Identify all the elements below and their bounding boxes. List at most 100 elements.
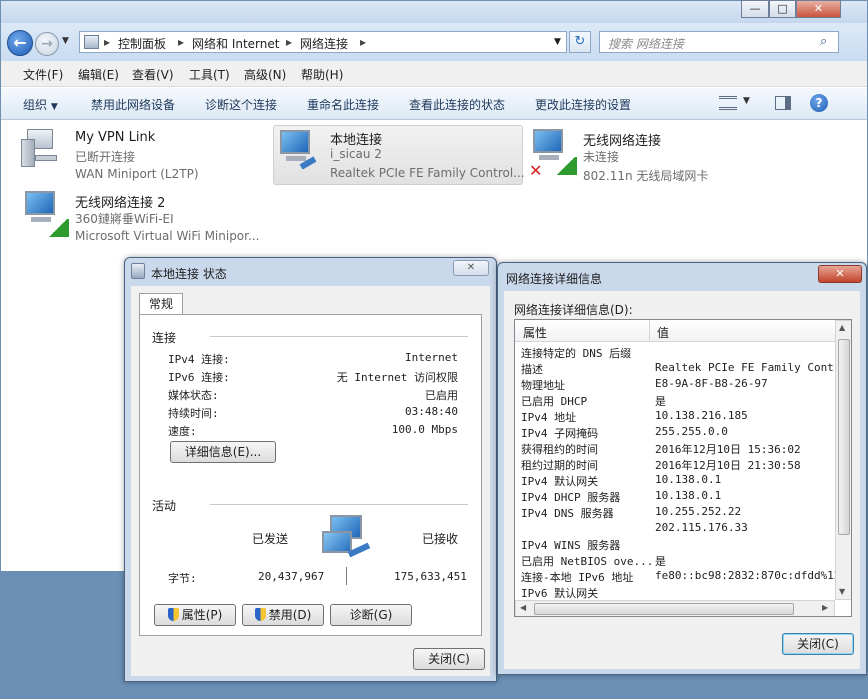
list-item[interactable]: IPv4 WINS 服务器 (515, 536, 835, 552)
scroll-up-arrow-icon[interactable]: ▲ (839, 323, 845, 332)
properties-button[interactable]: 属性(P) (154, 604, 236, 626)
breadcrumb-separator-icon[interactable]: ▸ (178, 35, 184, 49)
breadcrumb-separator-icon[interactable]: ▸ (360, 35, 366, 49)
section-activity-label: 活动 (152, 499, 177, 513)
tab-general[interactable]: 常规 (139, 293, 183, 315)
view-status-button[interactable]: 查看此连接的状态 (409, 96, 505, 113)
menu-advanced[interactable]: 高级(N) (244, 66, 286, 83)
column-divider[interactable] (649, 320, 650, 342)
list-item[interactable]: IPv4 默认网关 10.138.0.1 (515, 472, 835, 488)
view-options-icon[interactable] (719, 96, 737, 110)
scroll-left-arrow-icon[interactable]: ◀ (520, 603, 526, 612)
details-list[interactable]: 属性 值 连接特定的 DNS 后缀 描述 Realtek PCIe FE Fami… (514, 319, 852, 617)
organize-button[interactable]: 组织 ▼ (23, 96, 58, 113)
preview-pane-icon[interactable] (775, 96, 791, 110)
breadcrumb-network-internet[interactable]: 网络和 Internet (192, 35, 279, 52)
dialog-close-x-button[interactable]: ✕ (453, 260, 489, 276)
list-item[interactable]: 物理地址 E8-9A-8F-B8-26-97 (515, 376, 835, 392)
recent-pages-chevron-icon[interactable]: ▼ (62, 36, 69, 46)
network-computer-icon (278, 130, 317, 170)
rename-connection-button[interactable]: 重命名此连接 (307, 96, 379, 113)
property-cell: 描述 (521, 363, 543, 376)
ipv4-connection-row: IPv4 连接: Internet (168, 351, 458, 367)
list-item[interactable]: IPv4 DNS 服务器 10.255.252.22 (515, 504, 835, 520)
list-item[interactable]: 获得租约的时间 2016年12月10日 15:36:02 (515, 440, 835, 456)
menu-file[interactable]: 文件(F) (23, 66, 63, 83)
list-item[interactable]: 连接特定的 DNS 后缀 (515, 344, 835, 360)
vertical-scrollbar[interactable]: ▲ ▼ (835, 320, 851, 600)
vertical-scroll-thumb[interactable] (838, 339, 850, 535)
list-item[interactable]: 租约过期的时间 2016年12月10日 21:30:58 (515, 456, 835, 472)
diagnose-button[interactable]: 诊断(G) (330, 604, 412, 626)
disable-button[interactable]: 禁用(D) (242, 604, 324, 626)
address-dropdown-chevron-icon[interactable]: ▼ (554, 37, 561, 47)
scroll-right-arrow-icon[interactable]: ▶ (822, 603, 828, 612)
field-value: 已启用 (425, 389, 458, 402)
disable-device-button[interactable]: 禁用此网络设备 (91, 96, 175, 113)
connection-item-wireless-2[interactable]: 无线网络连接 2 360鏈嶈垂WiFi-EI Microsoft Virtual… (21, 189, 271, 247)
list-item[interactable]: 202.115.176.33 (515, 520, 835, 536)
list-item[interactable]: 连接-本地 IPv6 地址 fe80::bc98:2832:870c:dfdd%1… (515, 568, 840, 584)
column-header-property[interactable]: 属性 (523, 324, 547, 341)
address-bar[interactable]: ▸ 控制面板 ▸ 网络和 Internet ▸ 网络连接 ▸ ▼ (79, 31, 567, 53)
property-cell: 已启用 NetBIOS ove... (521, 555, 654, 568)
breadcrumb-control-panel[interactable]: 控制面板 (118, 35, 166, 52)
horizontal-scrollbar[interactable]: ◀ ▶ (515, 600, 835, 616)
connection-status: 已断开连接 (75, 150, 136, 164)
property-cell: 连接-本地 IPv6 地址 (521, 571, 634, 584)
details-close-button[interactable]: 关闭(C) (782, 633, 854, 655)
value-cell: 202.115.176.33 (655, 521, 748, 534)
diagnose-connection-button[interactable]: 诊断这个连接 (205, 96, 277, 113)
property-cell: 获得租约的时间 (521, 443, 598, 456)
status-close-button[interactable]: 关闭(C) (413, 648, 485, 670)
list-item[interactable]: 已启用 DHCP 是 (515, 392, 835, 408)
breadcrumb-separator-icon[interactable]: ▸ (286, 35, 292, 49)
connection-item-wireless[interactable]: ✕ 无线网络连接 未连接 802.11n 无线局域网卡 (529, 127, 769, 185)
search-input[interactable]: 搜索 网络连接 (608, 35, 684, 52)
search-icon[interactable]: ⌕ (820, 34, 827, 49)
connection-item-local[interactable]: 本地连接 i_sicau 2 Realtek PCIe FE Family Co… (273, 125, 525, 185)
connection-status: 未连接 (583, 150, 620, 164)
connection-device: Realtek PCIe FE Family Control... (330, 166, 525, 180)
value-cell: 255.255.0.0 (655, 425, 728, 438)
property-cell: 已启用 DHCP (521, 395, 588, 408)
menu-edit[interactable]: 编辑(E) (78, 66, 119, 83)
duration-row: 持续时间: 03:48:40 (168, 405, 458, 421)
connection-device: 802.11n 无线局域网卡 (583, 169, 709, 183)
maximize-button[interactable]: □ (769, 0, 796, 18)
horizontal-scroll-thumb[interactable] (534, 603, 794, 615)
dialog-title: 本地连接 状态 (151, 267, 227, 281)
chevron-down-icon[interactable]: ▼ (743, 96, 750, 106)
menu-help[interactable]: 帮助(H) (301, 66, 343, 83)
forward-arrow-icon[interactable]: → (35, 32, 59, 56)
value-cell: 2016年12月10日 21:30:58 (655, 459, 801, 472)
menu-view[interactable]: 查看(V) (132, 66, 174, 83)
disable-label: 禁用(D) (268, 608, 312, 622)
close-window-button[interactable]: ✕ (796, 0, 841, 18)
field-label: IPv4 连接: (168, 353, 230, 366)
list-item[interactable]: IPv4 子网掩码 255.255.0.0 (515, 424, 835, 440)
property-cell: IPv4 地址 (521, 411, 577, 424)
value-cell: 2016年12月10日 15:36:02 (655, 443, 801, 456)
details-close-x-button[interactable]: ✕ (818, 265, 862, 283)
help-icon[interactable]: ? (810, 94, 828, 112)
refresh-icon[interactable]: ↻ (569, 31, 591, 53)
list-item[interactable]: IPv6 默认网关 (515, 584, 835, 600)
list-item[interactable]: IPv4 地址 10.138.216.185 (515, 408, 835, 424)
search-box[interactable]: 搜索 网络连接 ⌕ (599, 31, 839, 53)
change-settings-button[interactable]: 更改此连接的设置 (535, 96, 631, 113)
scroll-down-arrow-icon[interactable]: ▼ (839, 587, 845, 596)
details-button[interactable]: 详细信息(E)... (170, 441, 276, 463)
column-header-value[interactable]: 值 (657, 324, 669, 341)
signal-bars-icon (555, 157, 577, 175)
property-cell: 租约过期的时间 (521, 459, 598, 472)
connection-item-vpn[interactable]: My VPN Link 已断开连接 WAN Miniport (L2TP) (21, 127, 261, 185)
list-item[interactable]: IPv4 DHCP 服务器 10.138.0.1 (515, 488, 835, 504)
menu-tools[interactable]: 工具(T) (189, 66, 230, 83)
list-item[interactable]: 描述 Realtek PCIe FE Family Control (515, 360, 851, 376)
back-arrow-icon[interactable]: ← (7, 30, 33, 56)
breadcrumb-network-connections[interactable]: 网络连接 (300, 35, 348, 52)
minimize-button[interactable]: — (741, 0, 769, 18)
list-item[interactable]: 已启用 NetBIOS ove... 是 (515, 552, 835, 568)
value-cell: 10.138.216.185 (655, 409, 748, 422)
